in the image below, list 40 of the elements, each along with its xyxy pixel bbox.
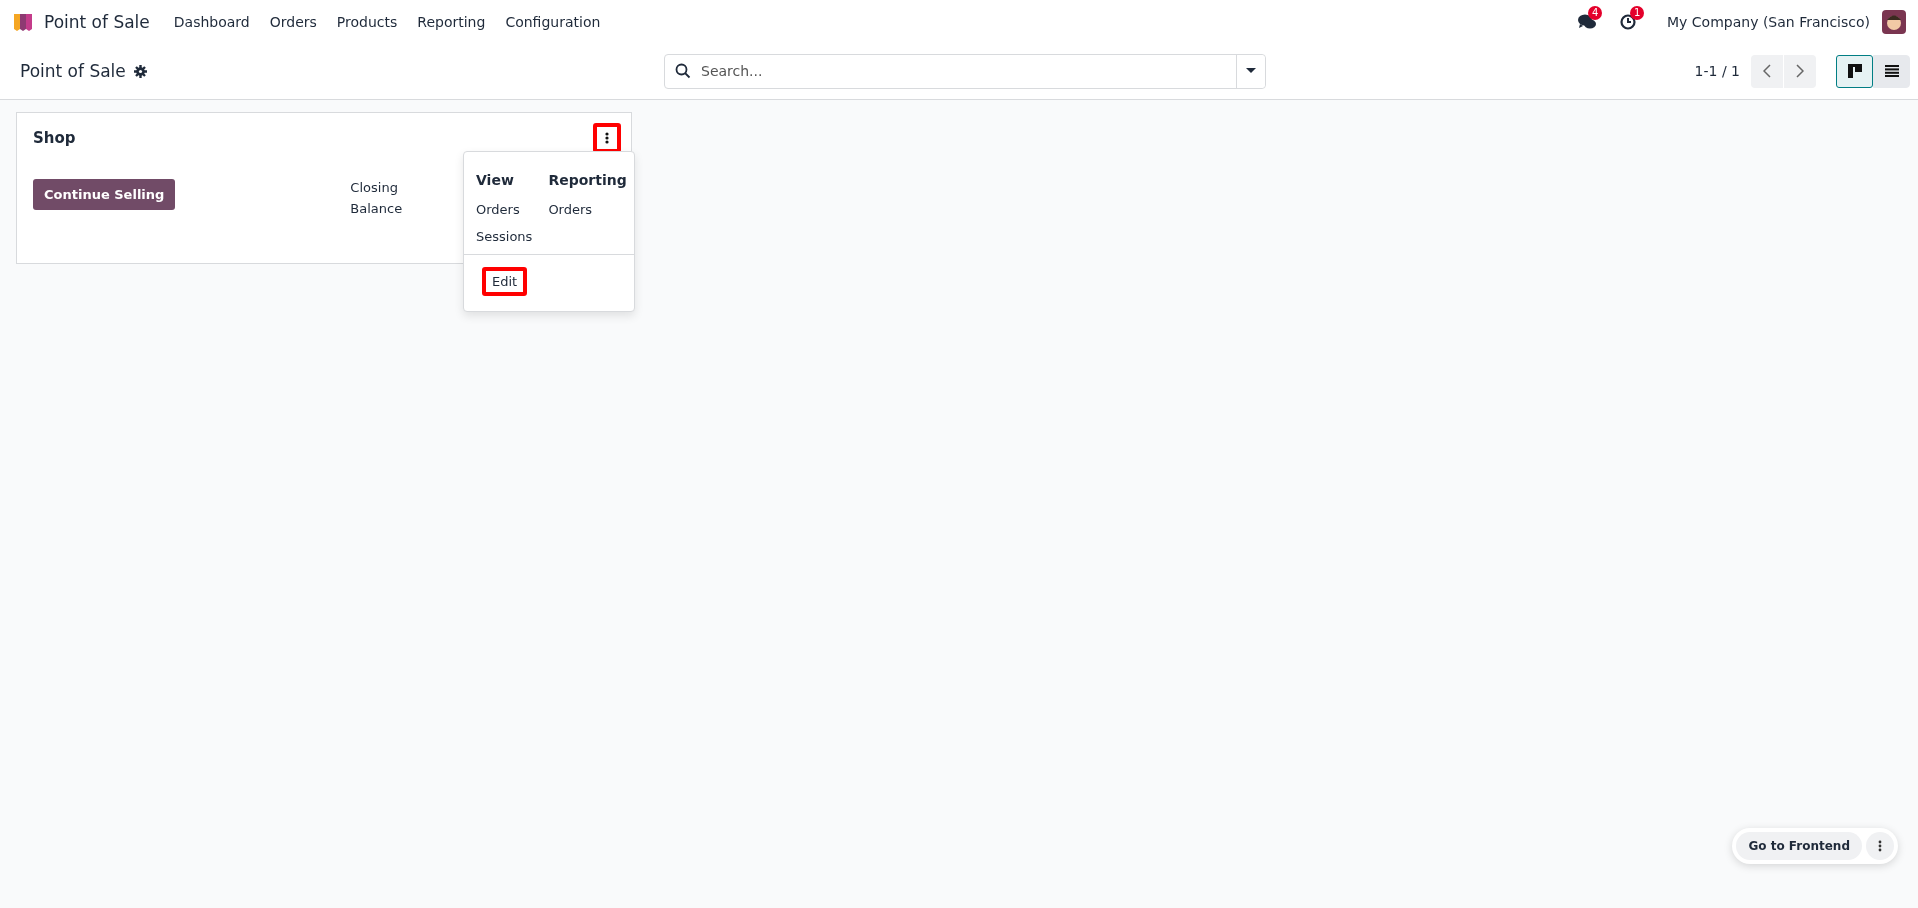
menu-item[interactable]: Reporting — [407, 13, 496, 30]
next-button[interactable] — [1784, 54, 1816, 88]
previous-button[interactable] — [1751, 54, 1783, 88]
menu-item[interactable]: Products — [326, 13, 408, 30]
go-to-frontend-button[interactable]: Go to Frontend — [1736, 832, 1862, 860]
chevron-left-icon — [1763, 64, 1771, 78]
search-options-button[interactable] — [1236, 54, 1265, 88]
edit-menu-item[interactable]: Edit — [482, 267, 528, 296]
search-field[interactable]: Search... — [699, 62, 1236, 80]
continue-selling-button[interactable]: Continue Selling — [33, 179, 176, 210]
company-switcher[interactable]: My Company (San Francisco) — [1667, 13, 1870, 30]
list-icon — [1884, 65, 1899, 77]
menu-item[interactable]: Orders — [548, 202, 627, 217]
more-options-button[interactable] — [1866, 832, 1894, 860]
list-view-button[interactable] — [1873, 54, 1910, 88]
chevron-right-icon — [1796, 64, 1804, 78]
menu-section-title: Reporting — [548, 172, 627, 188]
kanban-icon — [1847, 64, 1862, 78]
menu-item[interactable]: Dashboard — [163, 13, 260, 30]
menu-item[interactable]: Sessions — [476, 229, 533, 244]
card-title: Shop — [33, 129, 76, 147]
search-icon — [675, 63, 691, 79]
closing-balance-label: Closing Balance — [350, 179, 404, 218]
menu-section-title: View — [476, 172, 515, 188]
caret-icon — [1246, 68, 1256, 74]
kanban-view-button[interactable] — [1836, 54, 1873, 88]
app-name-link[interactable]: Point of Sale — [44, 11, 150, 32]
notification-badge: 4 — [1588, 5, 1603, 20]
page-title: Point of Sale — [20, 61, 126, 81]
vertical-dots-icon — [605, 132, 609, 144]
menu-item[interactable]: Configuration — [495, 13, 611, 30]
menu-item[interactable]: Orders — [476, 202, 533, 217]
gear-icon — [133, 64, 147, 78]
more-options-button[interactable] — [593, 123, 621, 153]
vertical-dots-icon — [1878, 840, 1882, 852]
menu-item[interactable]: Orders — [259, 13, 327, 30]
notification-badge: 1 — [1630, 5, 1645, 20]
search-bar[interactable]: Search... — [664, 53, 1266, 89]
avatar-icon — [1882, 9, 1906, 34]
pager-value: 1-1 / 1 — [1694, 63, 1740, 79]
